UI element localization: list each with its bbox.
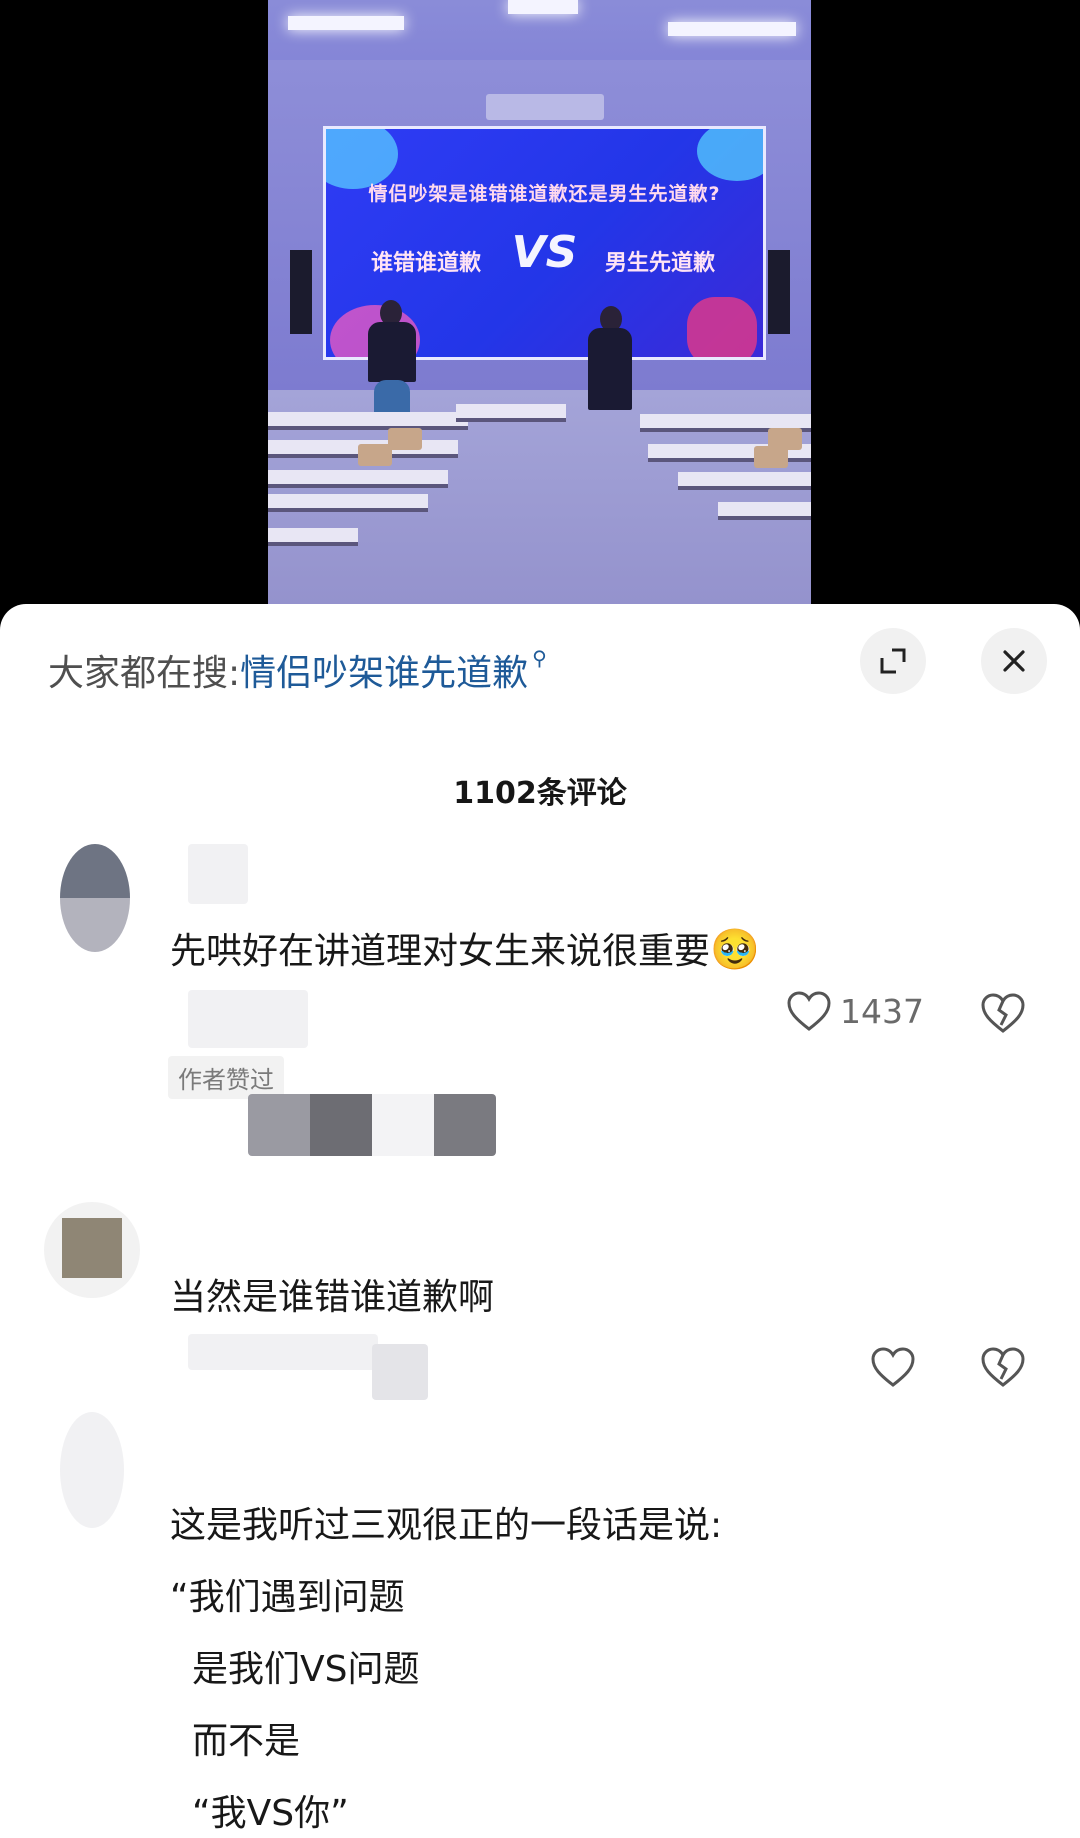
avatar[interactable] (44, 1202, 140, 1298)
close-icon (1003, 650, 1025, 672)
ceiling-light (288, 16, 404, 30)
desk (268, 494, 428, 512)
presenter-left (368, 322, 416, 382)
author-liked-badge: 作者赞过 (168, 1056, 284, 1099)
chair (768, 428, 802, 450)
heart-icon (787, 991, 831, 1031)
search-query-link[interactable]: 情侣吵架谁先道歉 (240, 644, 528, 696)
comment-text: 当然是谁错谁道歉啊 (170, 1277, 495, 1318)
projector (486, 94, 604, 120)
comment-line: 而不是 (192, 1721, 301, 1762)
speaker (290, 250, 312, 334)
desk (718, 502, 811, 520)
comment-line: “我们遇到问题 (170, 1577, 405, 1618)
dislike-button[interactable] (980, 1346, 1026, 1388)
desk (268, 412, 468, 430)
broken-heart-icon (981, 993, 1025, 1033)
desk (456, 404, 566, 422)
screen-title: 情侣吵架是谁错谁道歉还是男生先道歉? (368, 183, 721, 205)
emoji: 🥹 (710, 927, 760, 973)
comment-meta-blurred (188, 990, 308, 1048)
avatar[interactable] (60, 844, 130, 952)
expand-button[interactable] (860, 628, 926, 694)
comment-line: 这是我听过三观很正的一段话是说: (170, 1505, 723, 1546)
comment-line: “我VS你” (192, 1793, 349, 1834)
chair (388, 428, 422, 450)
comment-line: 是我们VS问题 (192, 1649, 420, 1690)
search-prefix: 大家都在搜: (48, 653, 241, 694)
like-button[interactable] (870, 1346, 916, 1388)
ceiling-light (508, 0, 578, 14)
desk (268, 528, 358, 546)
speaker (768, 250, 790, 334)
broken-heart-icon (981, 1347, 1025, 1387)
username-blurred[interactable] (188, 844, 248, 904)
video-frame: 情侣吵架是谁错谁道歉还是男生先道歉? 谁错谁道歉 VS 男生先道歉 (268, 0, 811, 620)
ceiling-light (668, 22, 796, 36)
heart-icon (871, 1347, 915, 1387)
dislike-button[interactable] (980, 992, 1026, 1034)
reply-preview-blurred[interactable] (248, 1094, 496, 1156)
comment-text: 这是我听过三观很正的一段话是说: “我们遇到问题 是我们VS问题 而不是 “我V… (170, 1490, 722, 1838)
search-icon: ⚲ (532, 646, 547, 670)
like-count: 1437 (840, 991, 924, 1031)
comment-count: 1102条评论 (453, 776, 627, 811)
comment-meta-blurred (372, 1344, 428, 1400)
desk (678, 472, 811, 490)
like-button[interactable]: 1437 (786, 990, 924, 1032)
avatar[interactable] (60, 1412, 124, 1528)
desk (268, 470, 448, 488)
comment-body: 先哄好在讲道理对女生来说很重要 (170, 931, 711, 972)
close-button[interactable] (981, 628, 1047, 694)
presenter-right (588, 328, 632, 410)
video-player[interactable]: 情侣吵架是谁错谁道歉还是男生先道歉? 谁错谁道歉 VS 男生先道歉 (0, 0, 1080, 620)
expand-icon (880, 648, 906, 674)
comment-text: 先哄好在讲道理对女生来说很重要🥹 (170, 914, 760, 988)
comment-meta-blurred (188, 1334, 378, 1370)
search-suggestion[interactable]: 大家都在搜: 情侣吵架谁先道歉 ⚲ (48, 640, 547, 700)
comment-sheet: 大家都在搜: 情侣吵架谁先道歉 ⚲ 1102条评论 先哄好在讲道理对女生来说很重… (0, 604, 1080, 1838)
presenter-left-legs (374, 380, 410, 414)
chair (358, 444, 392, 466)
screen-right-option: 男生先道歉 (604, 251, 715, 276)
